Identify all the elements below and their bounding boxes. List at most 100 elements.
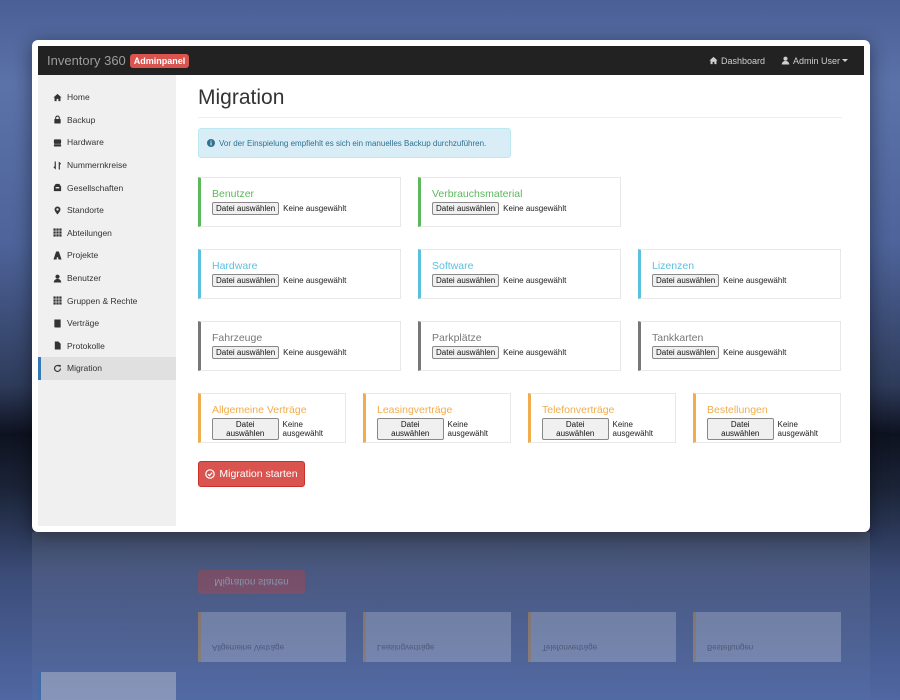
- sidebar-item-label: Benutzer: [67, 273, 102, 284]
- choose-file-button[interactable]: Datei auswählen: [377, 418, 444, 440]
- file-input[interactable]: Datei auswählen Keine ausgewählt: [542, 418, 675, 440]
- window-reflection: Migration starten Allgemeine Verträge Le…: [32, 532, 870, 700]
- upload-panel-title: Verbrauchsmaterial: [432, 188, 523, 200]
- nav-dashboard-link[interactable]: Dashboard: [709, 56, 765, 66]
- nav-user-dropdown[interactable]: Admin User: [781, 56, 848, 66]
- upload-panel-fahrzeuge: Fahrzeuge Datei auswählen Keine ausgewählt: [198, 321, 401, 371]
- upload-panel-hardware: Hardware Datei auswählen Keine ausgewählt: [198, 249, 401, 299]
- sidebar-item-label: Gesellschaften: [67, 182, 124, 193]
- user-icon: [781, 56, 790, 65]
- reflected-panel: Leasingverträge: [363, 612, 511, 662]
- migration-start-label: Migration starten: [219, 468, 298, 480]
- upload-panel-title: Benutzer: [212, 188, 255, 200]
- upload-panel-bestellungen: Bestellungen Datei auswählen Keine ausgewä…: [693, 393, 841, 443]
- choose-file-button[interactable]: Datei auswählen: [432, 274, 500, 287]
- app-window: Inventory 360 Adminpanel Dashboard Admin…: [32, 40, 870, 532]
- choose-file-button[interactable]: Datei auswählen: [212, 274, 280, 287]
- upload-panel-allgemeine-verträge: Allgemeine Verträge Datei auswählen Keine …: [198, 393, 346, 443]
- sidebar-item-home[interactable]: Home: [38, 86, 176, 109]
- file-input[interactable]: Datei auswählen Keine ausgewählt: [707, 418, 840, 440]
- grid-icon: [53, 296, 62, 305]
- choose-file-button[interactable]: Datei auswählen: [707, 418, 774, 440]
- info-alert-text: Vor der Einspielung empfiehlt es sich ei…: [219, 138, 487, 148]
- sidebar-item-projekte[interactable]: Projekte: [38, 244, 176, 267]
- sidebar-item-label: Home: [67, 92, 90, 103]
- sidebar-item-backup[interactable]: Backup: [38, 109, 176, 132]
- upload-panel-title: Parkplätze: [432, 332, 482, 344]
- caret-down-icon: [842, 59, 848, 62]
- tray-icon: [53, 184, 62, 192]
- sidebar-item-migration[interactable]: Migration: [38, 357, 176, 380]
- upload-panel-title: Lizenzen: [652, 260, 695, 272]
- sidebar-item-hardware[interactable]: Hardware: [38, 131, 176, 154]
- brand-link[interactable]: Inventory 360: [47, 53, 126, 68]
- file-status-text: Keine ausgewählt: [723, 276, 787, 285]
- upload-panel-benutzer: Benutzer Datei auswählen Keine ausgewählt: [198, 177, 401, 227]
- main-content: Migration Vor der Einspielung empfiehlt …: [198, 75, 842, 158]
- nav-user-label: Admin User: [792, 55, 840, 66]
- choose-file-button[interactable]: Datei auswählen: [542, 418, 609, 440]
- file-status-text: Keine ausgewählt: [283, 348, 347, 357]
- upload-panel-title: Hardware: [212, 260, 258, 272]
- file-input[interactable]: Datei auswählen Keine ausgewählt: [377, 418, 510, 440]
- map-marker-icon: [54, 206, 61, 215]
- adminpanel-badge: Adminpanel: [129, 53, 190, 68]
- file-input[interactable]: Datei auswählen Keine ausgewählt: [652, 346, 840, 359]
- sidebar-item-standorte[interactable]: Standorte: [38, 199, 176, 222]
- choose-file-button[interactable]: Datei auswählen: [652, 346, 720, 359]
- choose-file-button[interactable]: Datei auswählen: [212, 418, 279, 440]
- info-alert: Vor der Einspielung empfiehlt es sich ei…: [198, 128, 511, 158]
- choose-file-button[interactable]: Datei auswählen: [212, 202, 280, 215]
- file-status-text: Keine ausgewählt: [447, 420, 488, 438]
- upload-panel-title: Fahrzeuge: [212, 332, 263, 344]
- file-status-text: Keine ausgewählt: [777, 420, 818, 438]
- upload-panel-verbrauchsmaterial: Verbrauchsmaterial Datei auswählen Keine a…: [418, 177, 621, 227]
- lock-icon: [54, 115, 61, 124]
- upload-panel-telefonverträge: Telefonverträge Datei auswählen Keine ausg…: [528, 393, 676, 443]
- upload-panel-title: Leasingverträge: [377, 404, 453, 416]
- choose-file-button[interactable]: Datei auswählen: [652, 274, 720, 287]
- choose-file-button[interactable]: Datei auswählen: [432, 202, 500, 215]
- choose-file-button[interactable]: Datei auswählen: [432, 346, 500, 359]
- sidebar-item-protokolle[interactable]: Protokolle: [38, 335, 176, 358]
- check-circle-icon: [205, 469, 216, 479]
- upload-panel-title: Telefonverträge: [542, 404, 615, 416]
- file-input[interactable]: Datei auswählen Keine ausgewählt: [212, 346, 400, 359]
- grid-icon: [53, 228, 62, 237]
- file-input[interactable]: Datei auswählen Keine ausgewählt: [212, 274, 400, 287]
- choose-file-button[interactable]: Datei auswählen: [212, 346, 280, 359]
- sidebar-item-abteilungen[interactable]: Abteilungen: [38, 222, 176, 245]
- reflected-sidebar-item: [38, 672, 176, 700]
- upload-panel-leasingverträge: Leasingverträge Datei auswählen Keine ausg…: [363, 393, 511, 443]
- sidebar-item-label: Verträge: [67, 318, 100, 329]
- file-input[interactable]: Datei auswählen Keine ausgewählt: [212, 418, 345, 440]
- sidebar-item-nummernkreise[interactable]: Nummernkreise: [38, 154, 176, 177]
- upload-panel-title: Allgemeine Verträge: [212, 404, 307, 416]
- upload-panel-title: Bestellungen: [707, 404, 768, 416]
- sort-icon: [53, 160, 62, 170]
- upload-panel-tankkarten: Tankkarten Datei auswählen Keine ausgewähl…: [638, 321, 841, 371]
- sidebar-item-label: Migration: [67, 363, 102, 374]
- reflected-panel: Allgemeine Verträge: [198, 612, 346, 662]
- file-input[interactable]: Datei auswählen Keine ausgewählt: [432, 274, 620, 287]
- book-icon: [54, 319, 61, 328]
- upload-panel-title: Tankkarten: [652, 332, 704, 344]
- sidebar-item-label: Backup: [67, 114, 96, 125]
- file-status-text: Keine ausgewählt: [282, 420, 323, 438]
- file-input[interactable]: Datei auswählen Keine ausgewählt: [652, 274, 840, 287]
- file-input[interactable]: Datei auswählen Keine ausgewählt: [432, 202, 620, 215]
- page-title: Migration: [198, 86, 285, 109]
- migration-start-button[interactable]: Migration starten: [198, 461, 305, 487]
- sidebar-item-gruppen-rechte[interactable]: Gruppen & Rechte: [38, 289, 176, 312]
- file-input[interactable]: Datei auswählen Keine ausgewählt: [432, 346, 620, 359]
- sidebar-item-gesellschaften[interactable]: Gesellschaften: [38, 176, 176, 199]
- file-input[interactable]: Datei auswählen Keine ausgewählt: [212, 202, 400, 215]
- nav-dashboard-label: Dashboard: [720, 55, 765, 66]
- title-divider: [198, 117, 842, 118]
- sidebar-item-label: Standorte: [67, 205, 104, 216]
- sidebar-item-benutzer[interactable]: Benutzer: [38, 267, 176, 290]
- file-status-text: Keine ausgewählt: [723, 348, 787, 357]
- sidebar-item-verträge[interactable]: Verträge: [38, 312, 176, 335]
- sidebar-item-label: Gruppen & Rechte: [67, 295, 138, 306]
- sidebar-item-label: Protokolle: [67, 340, 105, 351]
